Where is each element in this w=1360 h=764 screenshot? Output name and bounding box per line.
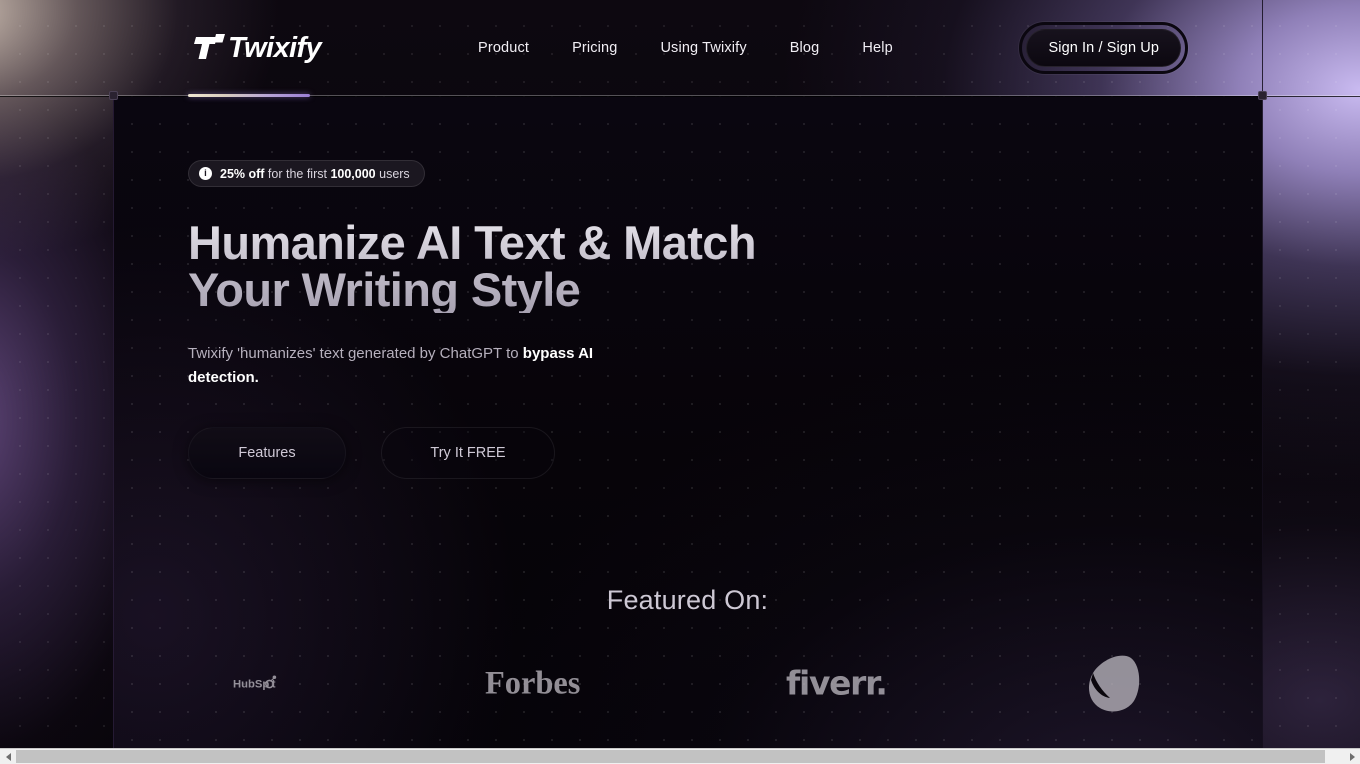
signin-button-focus-ring: Sign In / Sign Up bbox=[1019, 22, 1188, 74]
site-viewport: Twixify Product Pricing Using Twixify Bl… bbox=[0, 0, 1360, 748]
nav-item-help[interactable]: Help bbox=[862, 40, 892, 56]
site-header: Twixify Product Pricing Using Twixify Bl… bbox=[0, 0, 1360, 96]
entrepreneur-logo bbox=[1086, 653, 1142, 715]
hero-headline: Humanize AI Text & Match Your Writing St… bbox=[188, 219, 868, 313]
scrollbar-thumb[interactable] bbox=[16, 750, 1326, 763]
logo[interactable]: Twixify bbox=[193, 31, 322, 65]
nav-item-pricing[interactable]: Pricing bbox=[572, 40, 617, 56]
promo-tail: users bbox=[375, 166, 410, 181]
features-button[interactable]: Features bbox=[188, 426, 346, 479]
svg-text:Forbes: Forbes bbox=[485, 666, 580, 702]
featured-on-section: Featured On: HubSp t Forbes fiverr. bbox=[113, 585, 1262, 715]
scroll-left-arrow-icon bbox=[5, 752, 11, 761]
svg-text:fiverr.: fiverr. bbox=[786, 665, 887, 703]
promo-count: 100,000 bbox=[330, 166, 376, 181]
fiverr-logo: fiverr. bbox=[786, 663, 906, 705]
scroll-left-button[interactable] bbox=[0, 749, 16, 764]
promo-middle: for the first bbox=[264, 166, 331, 181]
nav-item-using-twixify[interactable]: Using Twixify bbox=[660, 40, 746, 56]
fiverr-logo-icon: fiverr. bbox=[786, 665, 888, 703]
twixify-t-mark-icon bbox=[194, 34, 225, 59]
horizontal-scrollbar[interactable] bbox=[0, 748, 1360, 764]
promo-badge[interactable]: i 25% off for the first 100,000 users bbox=[188, 160, 425, 187]
forbes-logo: Forbes bbox=[485, 662, 605, 706]
scrollbar-track[interactable] bbox=[16, 749, 1344, 764]
featured-on-title: Featured On: bbox=[606, 585, 769, 615]
scroll-right-button[interactable] bbox=[1344, 749, 1360, 764]
svg-text:HubSp: HubSp bbox=[233, 679, 269, 691]
hero-subheadline: Twixify 'humanizes' text generated by Ch… bbox=[188, 342, 620, 391]
hubspot-logo-icon: HubSp t bbox=[233, 675, 277, 691]
nav-item-product[interactable]: Product bbox=[478, 40, 529, 56]
cta-row: Features Try It FREE bbox=[188, 426, 868, 479]
vertical-guide-line-right bbox=[1262, 0, 1263, 748]
entrepreneur-logo-icon bbox=[1088, 655, 1140, 712]
scroll-right-arrow-icon bbox=[1349, 752, 1355, 761]
logo-text: Twixify bbox=[228, 31, 322, 64]
browser-page: Twixify Product Pricing Using Twixify Bl… bbox=[0, 0, 1360, 764]
signin-signup-button[interactable]: Sign In / Sign Up bbox=[1026, 29, 1181, 67]
promo-badge-text: 25% off for the first 100,000 users bbox=[220, 167, 410, 181]
hero-section: i 25% off for the first 100,000 users Hu… bbox=[188, 160, 868, 479]
forbes-logo-icon: Forbes bbox=[485, 666, 580, 702]
promo-discount: 25% off bbox=[220, 166, 265, 181]
hubspot-logo: HubSp t bbox=[233, 673, 305, 695]
subhead-lead: Twixify 'humanizes' text generated by Ch… bbox=[188, 345, 523, 362]
main-nav: Product Pricing Using Twixify Blog Help bbox=[478, 40, 893, 56]
nav-item-blog[interactable]: Blog bbox=[790, 40, 820, 56]
info-icon: i bbox=[199, 167, 212, 180]
try-it-free-button[interactable]: Try It FREE bbox=[381, 426, 555, 479]
featured-logo-row: HubSp t Forbes fiverr. bbox=[113, 653, 1262, 715]
